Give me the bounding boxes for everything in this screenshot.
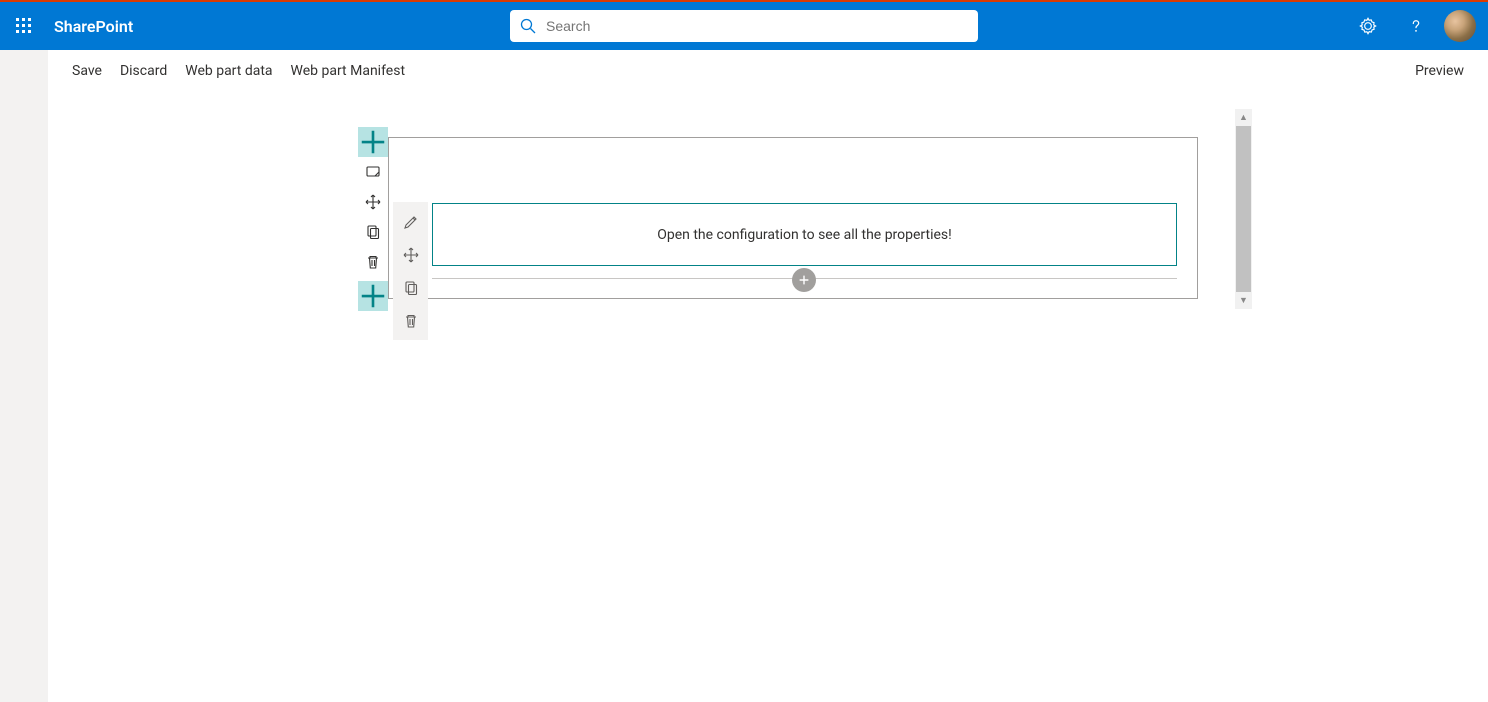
canvas-area: Open the configuration to see all the pr… bbox=[48, 92, 1488, 702]
scroll-thumb[interactable] bbox=[1236, 126, 1251, 292]
suite-bar: SharePoint bbox=[0, 2, 1488, 50]
command-bar-right: Preview bbox=[1415, 63, 1464, 79]
copy-icon bbox=[403, 280, 419, 296]
pencil-icon bbox=[403, 214, 419, 230]
webpart-data-command[interactable]: Web part data bbox=[185, 63, 272, 79]
trash-icon bbox=[365, 254, 381, 270]
search-input[interactable] bbox=[546, 18, 968, 34]
plus-icon bbox=[797, 273, 811, 287]
brand-label[interactable]: SharePoint bbox=[48, 17, 133, 36]
discard-command[interactable]: Discard bbox=[120, 63, 167, 79]
scroll-down-button[interactable]: ▼ bbox=[1235, 292, 1252, 309]
waffle-icon bbox=[16, 18, 32, 34]
edit-webpart-button[interactable] bbox=[393, 205, 428, 238]
note-icon bbox=[365, 164, 381, 180]
webpart-message: Open the configuration to see all the pr… bbox=[657, 227, 952, 243]
add-webpart-button[interactable] bbox=[792, 268, 816, 292]
search-container bbox=[510, 10, 978, 42]
main-column: Save Discard Web part data Web part Mani… bbox=[48, 50, 1488, 702]
gear-icon bbox=[1359, 17, 1377, 35]
duplicate-section-button[interactable] bbox=[358, 217, 388, 247]
add-section-top-button[interactable] bbox=[358, 127, 388, 157]
trash-icon bbox=[403, 313, 419, 329]
webpart-content[interactable]: Open the configuration to see all the pr… bbox=[432, 203, 1177, 266]
delete-webpart-button[interactable] bbox=[393, 304, 428, 337]
move-section-button[interactable] bbox=[358, 187, 388, 217]
user-avatar[interactable] bbox=[1444, 10, 1476, 42]
plus-icon bbox=[358, 127, 388, 157]
section-tools bbox=[358, 127, 392, 311]
vertical-scrollbar[interactable]: ▲ ▼ bbox=[1235, 109, 1252, 309]
help-button[interactable] bbox=[1392, 2, 1440, 50]
move-icon bbox=[403, 247, 419, 263]
plus-icon bbox=[358, 281, 388, 311]
copy-icon bbox=[365, 224, 381, 240]
canvas-viewport: Open the configuration to see all the pr… bbox=[323, 110, 1247, 702]
duplicate-webpart-button[interactable] bbox=[393, 271, 428, 304]
help-icon bbox=[1407, 17, 1425, 35]
move-icon bbox=[365, 194, 381, 210]
page-chrome: Save Discard Web part data Web part Mani… bbox=[0, 50, 1488, 702]
move-webpart-button[interactable] bbox=[393, 238, 428, 271]
save-command[interactable]: Save bbox=[72, 63, 102, 79]
suite-right bbox=[1344, 2, 1488, 50]
search-box[interactable] bbox=[510, 10, 978, 42]
app-launcher-button[interactable] bbox=[0, 2, 48, 50]
search-icon bbox=[520, 18, 536, 34]
settings-button[interactable] bbox=[1344, 2, 1392, 50]
delete-section-button[interactable] bbox=[358, 247, 388, 277]
edit-section-button[interactable] bbox=[358, 157, 388, 187]
preview-command[interactable]: Preview bbox=[1415, 63, 1464, 79]
scroll-up-button[interactable]: ▲ bbox=[1235, 109, 1252, 126]
command-bar: Save Discard Web part data Web part Mani… bbox=[48, 50, 1488, 92]
command-bar-left: Save Discard Web part data Web part Mani… bbox=[72, 63, 405, 79]
webpart-tools bbox=[393, 202, 428, 340]
add-section-bottom-button[interactable] bbox=[358, 281, 388, 311]
left-rail bbox=[0, 50, 48, 702]
webpart-manifest-command[interactable]: Web part Manifest bbox=[291, 63, 406, 79]
